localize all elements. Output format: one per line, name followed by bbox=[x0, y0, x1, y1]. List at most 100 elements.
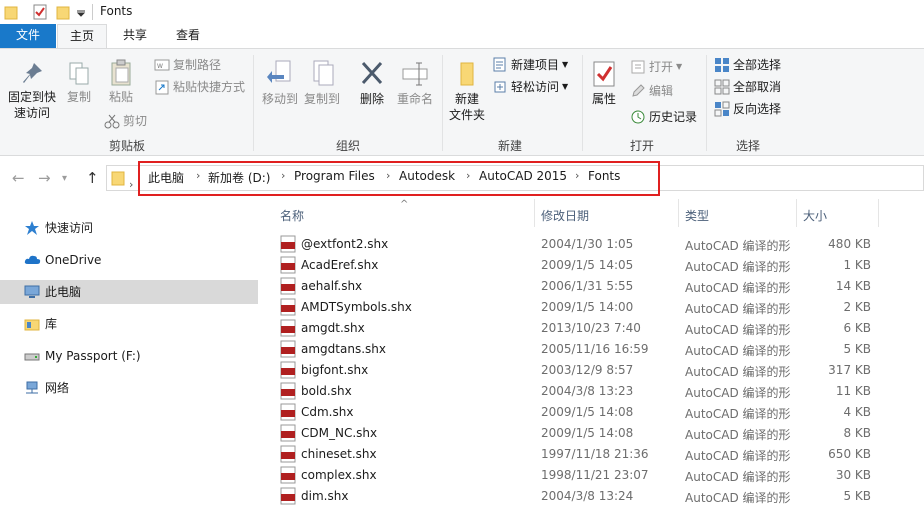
nav-item-label: OneDrive bbox=[45, 253, 102, 267]
nav-item-library[interactable]: 库 bbox=[0, 312, 258, 336]
delete-label: 删除 bbox=[359, 92, 384, 106]
file-size: 5 KB bbox=[843, 342, 871, 356]
file-type: AutoCAD 编译的形 bbox=[685, 302, 791, 316]
copy-path-button[interactable]: W 复制路径 bbox=[154, 55, 221, 75]
nav-item-this-pc[interactable]: 此电脑 bbox=[0, 280, 258, 304]
tab-home[interactable]: 主页 bbox=[57, 24, 107, 49]
paste-icon bbox=[111, 59, 131, 86]
open-button[interactable]: 打开 ▼ bbox=[630, 57, 682, 77]
path-highlight-box bbox=[138, 161, 660, 196]
file-date: 2003/12/9 8:57 bbox=[541, 363, 634, 377]
file-list-header: ^ 名称 修改日期 类型 大小 bbox=[268, 199, 924, 229]
shx-file-icon bbox=[280, 319, 296, 337]
file-date: 2004/3/8 13:23 bbox=[541, 384, 634, 398]
easy-access-button[interactable]: 轻松访问 ▼ bbox=[492, 77, 568, 97]
file-name: bold.shx bbox=[301, 384, 352, 398]
new-folder-button[interactable]: 新建 文件夹 bbox=[446, 59, 488, 123]
file-row[interactable]: @extfont2.shx 2004/1/30 1:05 AutoCAD 编译的形 4… bbox=[268, 234, 924, 255]
file-row[interactable]: dim.shx 2004/3/8 13:24 AutoCAD 编译的形 5 KB bbox=[268, 486, 924, 507]
shx-file-icon bbox=[280, 235, 296, 253]
invert-selection-button[interactable]: 反向选择 bbox=[714, 99, 781, 119]
file-name: chineset.shx bbox=[301, 447, 377, 461]
paste-shortcut-button[interactable]: 粘贴快捷方式 bbox=[154, 77, 245, 97]
title-bar: Fonts bbox=[0, 0, 924, 24]
ribbon-tabs: 文件 主页 共享 查看 bbox=[0, 24, 924, 49]
select-all-button[interactable]: 全部选择 bbox=[714, 55, 781, 75]
select-none-button[interactable]: 全部取消 bbox=[714, 77, 781, 97]
new-item-button[interactable]: 新建项目 ▼ bbox=[492, 55, 568, 75]
copy-path-icon: W bbox=[154, 59, 170, 71]
nav-item-quick-access[interactable]: 快速访问 bbox=[0, 216, 258, 240]
file-row[interactable]: Cdm.shx 2009/1/5 14:08 AutoCAD 编译的形 4 KB bbox=[268, 402, 924, 423]
tab-file[interactable]: 文件 bbox=[0, 24, 56, 48]
pin-label-line1: 固定到快 bbox=[7, 90, 56, 104]
edit-pencil-icon bbox=[632, 84, 645, 97]
star-icon bbox=[25, 221, 39, 235]
file-row[interactable]: chineset.shx 1997/11/18 21:36 AutoCAD 编译的形… bbox=[268, 444, 924, 465]
nav-item-network[interactable]: 网络 bbox=[0, 376, 258, 400]
column-divider[interactable] bbox=[796, 199, 797, 227]
history-button[interactable]: 历史记录 bbox=[630, 107, 697, 127]
select-none-icon bbox=[714, 79, 730, 95]
recent-locations-dropdown-icon[interactable]: ▾ bbox=[62, 173, 67, 184]
file-row[interactable]: AcadEref.shx 2009/1/5 14:05 AutoCAD 编译的形 1 … bbox=[268, 255, 924, 276]
customize-toolbar-dropdown-icon[interactable] bbox=[76, 8, 86, 18]
file-size: 4 KB bbox=[843, 405, 871, 419]
file-name: AcadEref.shx bbox=[301, 258, 379, 272]
up-arrow-icon[interactable]: ↑ bbox=[86, 169, 99, 187]
edit-button[interactable]: 编辑 bbox=[630, 81, 673, 101]
column-divider[interactable] bbox=[678, 199, 679, 227]
tab-share[interactable]: 共享 bbox=[110, 24, 160, 48]
paste-button[interactable]: 粘贴 bbox=[104, 59, 138, 105]
open-label: 打开 bbox=[649, 60, 674, 74]
back-arrow-icon[interactable]: ← bbox=[12, 169, 25, 187]
file-row[interactable]: complex.shx 1998/11/21 23:07 AutoCAD 编译的形 3… bbox=[268, 465, 924, 486]
tab-view[interactable]: 查看 bbox=[164, 24, 212, 48]
organize-group-label: 组织 bbox=[335, 139, 360, 153]
file-name: AMDTSymbols.shx bbox=[301, 300, 412, 314]
column-header-size[interactable]: 大小 bbox=[803, 207, 827, 224]
library-icon bbox=[24, 319, 40, 331]
new-folder-icon[interactable] bbox=[56, 4, 70, 20]
file-date: 2009/1/5 14:08 bbox=[541, 426, 634, 440]
column-header-name[interactable]: 名称 bbox=[280, 207, 304, 224]
column-divider[interactable] bbox=[878, 199, 879, 227]
delete-button[interactable]: 删除 bbox=[354, 59, 390, 107]
move-to-button[interactable]: 移动到 bbox=[260, 59, 300, 107]
cut-button[interactable]: 剪切 bbox=[104, 111, 147, 131]
open-group-label: 打开 bbox=[629, 139, 654, 153]
copy-button[interactable]: 复制 bbox=[62, 61, 96, 105]
properties-button[interactable]: 属性 bbox=[586, 59, 622, 107]
new-item-label: 新建项目 bbox=[511, 58, 560, 72]
scissors-icon bbox=[104, 114, 120, 129]
file-row[interactable]: bold.shx 2004/3/8 13:23 AutoCAD 编译的形 11 KB bbox=[268, 381, 924, 402]
column-header-type[interactable]: 类型 bbox=[685, 207, 709, 224]
file-row[interactable]: CDM_NC.shx 2009/1/5 14:08 AutoCAD 编译的形 8 KB bbox=[268, 423, 924, 444]
nav-item-my-passport[interactable]: My Passport (F:) bbox=[0, 344, 258, 368]
copy-to-button[interactable]: 复制到 bbox=[302, 59, 342, 107]
file-row[interactable]: aehalf.shx 2006/1/31 5:55 AutoCAD 编译的形 14 K… bbox=[268, 276, 924, 297]
column-header-date[interactable]: 修改日期 bbox=[541, 207, 589, 224]
file-name: amgdt.shx bbox=[301, 321, 365, 335]
rename-button[interactable]: 重命名 bbox=[394, 59, 436, 107]
file-type: AutoCAD 编译的形 bbox=[685, 428, 791, 442]
pin-icon bbox=[23, 63, 42, 83]
select-all-label: 全部选择 bbox=[733, 58, 782, 72]
file-row[interactable]: amgdt.shx 2013/10/23 7:40 AutoCAD 编译的形 6 KB bbox=[268, 318, 924, 339]
pin-label-line2: 速访问 bbox=[13, 106, 50, 120]
shx-file-icon bbox=[280, 466, 296, 484]
column-divider[interactable] bbox=[534, 199, 535, 227]
nav-item-label: 库 bbox=[45, 317, 58, 331]
forward-arrow-icon[interactable]: → bbox=[38, 169, 51, 187]
copy-path-label: 复制路径 bbox=[173, 58, 222, 72]
nav-item-onedrive[interactable]: OneDrive bbox=[0, 248, 258, 272]
file-row[interactable]: amgdtans.shx 2005/11/16 16:59 AutoCAD 编译的形… bbox=[268, 339, 924, 360]
file-date: 2009/1/5 14:08 bbox=[541, 405, 634, 419]
properties-checkmark-icon[interactable] bbox=[32, 4, 48, 20]
file-row[interactable]: AMDTSymbols.shx 2009/1/5 14:00 AutoCAD 编译的… bbox=[268, 297, 924, 318]
file-type: AutoCAD 编译的形 bbox=[685, 365, 791, 379]
file-type: AutoCAD 编译的形 bbox=[685, 470, 791, 484]
pin-quick-access-button[interactable]: 固定到快 速访问 bbox=[4, 61, 60, 121]
nav-item-label: My Passport (F:) bbox=[45, 349, 141, 363]
file-row[interactable]: bigfont.shx 2003/12/9 8:57 AutoCAD 编译的形 317… bbox=[268, 360, 924, 381]
